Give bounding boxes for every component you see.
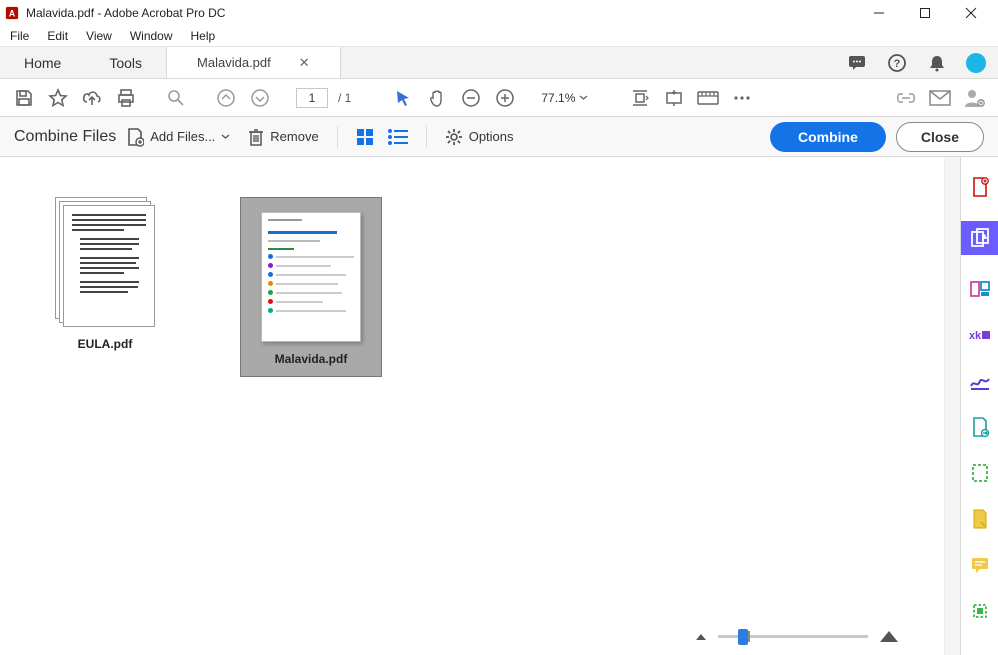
star-icon[interactable] xyxy=(44,84,72,112)
tab-strip: Home Tools Malavida.pdf ✕ ? xyxy=(0,46,998,79)
file-thumbnail xyxy=(261,212,361,342)
page-total-label: / 1 xyxy=(338,91,351,105)
zoom-dropdown[interactable]: 77.1% xyxy=(541,91,588,105)
export-pdf-icon[interactable] xyxy=(968,415,992,439)
close-button[interactable] xyxy=(948,0,994,26)
read-mode-icon[interactable] xyxy=(694,84,722,112)
save-icon[interactable] xyxy=(10,84,38,112)
menu-view[interactable]: View xyxy=(86,29,112,43)
menu-file[interactable]: File xyxy=(10,29,29,43)
app-icon: A xyxy=(4,5,20,21)
zoom-in-icon[interactable] xyxy=(491,84,519,112)
add-files-button[interactable]: Add Files... xyxy=(126,127,230,147)
page-up-icon[interactable] xyxy=(212,84,240,112)
tab-close-icon[interactable]: ✕ xyxy=(299,55,310,71)
menu-window[interactable]: Window xyxy=(130,29,173,43)
options-button[interactable]: Options xyxy=(445,128,514,146)
page-down-icon[interactable] xyxy=(246,84,274,112)
thumbnail-zoom-slider[interactable] xyxy=(694,629,900,643)
window-title: Malavida.pdf - Adobe Acrobat Pro DC xyxy=(26,6,856,20)
page-number-input[interactable] xyxy=(296,88,328,108)
combine-files-icon[interactable] xyxy=(961,221,998,255)
selection-tool-icon[interactable] xyxy=(389,84,417,112)
tab-tools[interactable]: Tools xyxy=(85,47,166,78)
edit-pdf-icon[interactable] xyxy=(968,507,992,531)
vertical-scrollbar[interactable] xyxy=(944,157,960,655)
redact-icon[interactable]: xk xyxy=(968,323,992,347)
svg-text:A: A xyxy=(9,9,16,19)
organize-pages-icon[interactable] xyxy=(968,277,992,301)
list-view-icon[interactable] xyxy=(388,129,408,145)
hand-tool-icon[interactable] xyxy=(423,84,451,112)
combine-workarea: EULA.pdf Malavida.pdf xyxy=(0,157,960,655)
zoom-out-icon[interactable] xyxy=(457,84,485,112)
find-icon[interactable] xyxy=(162,84,190,112)
menu-bar: File Edit View Window Help xyxy=(0,26,998,46)
fit-width-icon[interactable] xyxy=(626,84,654,112)
sign-icon[interactable] xyxy=(968,369,992,393)
file-thumbnail xyxy=(55,197,155,327)
zoom-large-icon xyxy=(878,629,900,643)
file-item[interactable]: EULA.pdf xyxy=(30,197,180,351)
maximize-button[interactable] xyxy=(902,0,948,26)
combine-panel-bar: Combine Files Add Files... Remove Option… xyxy=(0,117,998,157)
comment-tool-icon[interactable] xyxy=(968,553,992,577)
tab-document[interactable]: Malavida.pdf ✕ xyxy=(166,47,341,78)
protect-icon[interactable] xyxy=(968,461,992,485)
tab-document-label: Malavida.pdf xyxy=(197,55,271,70)
close-panel-button[interactable]: Close xyxy=(896,122,984,152)
combine-button[interactable]: Combine xyxy=(770,122,886,152)
optimize-icon[interactable] xyxy=(968,599,992,623)
panel-title: Combine Files xyxy=(14,128,116,146)
file-name-label: EULA.pdf xyxy=(78,337,133,351)
bell-icon[interactable] xyxy=(926,52,948,74)
avatar[interactable] xyxy=(966,53,986,73)
cloud-upload-icon[interactable] xyxy=(78,84,106,112)
fit-page-icon[interactable] xyxy=(660,84,688,112)
main-toolbar: / 1 77.1% xyxy=(0,79,998,117)
tab-home[interactable]: Home xyxy=(0,47,85,78)
title-bar: A Malavida.pdf - Adobe Acrobat Pro DC xyxy=(0,0,998,26)
email-icon[interactable] xyxy=(926,84,954,112)
slider-thumb[interactable] xyxy=(738,629,748,645)
file-name-label: Malavida.pdf xyxy=(275,352,348,366)
menu-help[interactable]: Help xyxy=(191,29,216,43)
comment-icon[interactable] xyxy=(846,52,868,74)
zoom-small-icon xyxy=(694,631,708,641)
minimize-button[interactable] xyxy=(856,0,902,26)
remove-button[interactable]: Remove xyxy=(248,127,318,147)
print-icon[interactable] xyxy=(112,84,140,112)
link-icon[interactable] xyxy=(892,84,920,112)
create-pdf-icon[interactable] xyxy=(968,175,992,199)
share-user-icon[interactable] xyxy=(960,84,988,112)
more-icon[interactable] xyxy=(728,84,756,112)
tools-rail: xk xyxy=(960,157,998,655)
file-item-selected[interactable]: Malavida.pdf xyxy=(240,197,382,377)
svg-text:?: ? xyxy=(894,58,901,70)
help-icon[interactable]: ? xyxy=(886,52,908,74)
menu-edit[interactable]: Edit xyxy=(47,29,68,43)
svg-text:k: k xyxy=(975,330,982,342)
thumbnail-view-icon[interactable] xyxy=(356,128,374,146)
